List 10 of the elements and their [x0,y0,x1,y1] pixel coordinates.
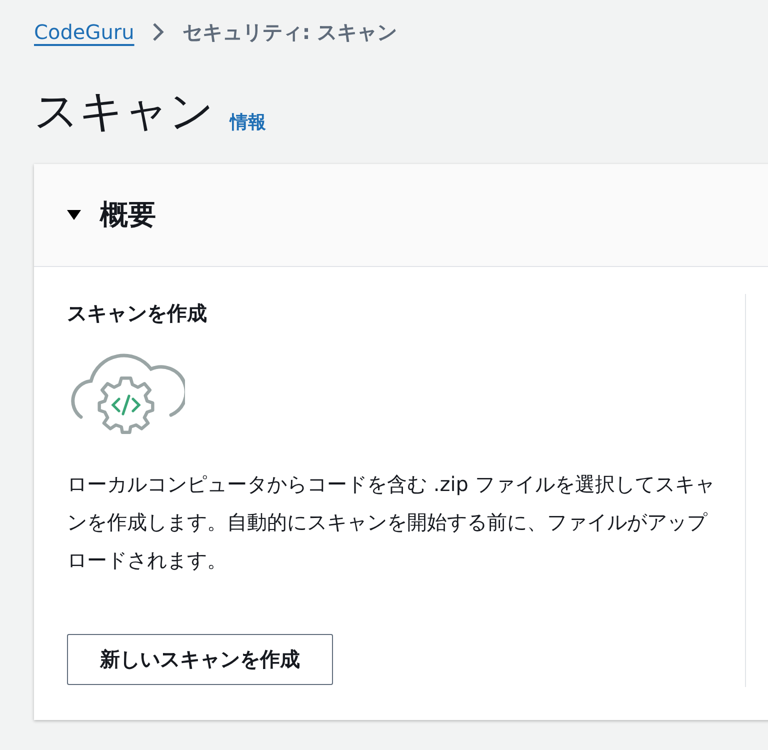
info-link[interactable]: 情報 [230,110,266,134]
create-scan-button[interactable]: 新しいスキャンを作成 [67,634,333,685]
section-header[interactable]: 概要 [34,164,768,267]
description-text: ローカルコンピュータからコードを含む .zip ファイルを選択してスキャンを作成します。自動的にスキャンを開始する前に、ファイルがアップロードされます。 [67,471,716,574]
page-title: スキャン [34,85,214,139]
chevron-right-icon [152,22,164,42]
section-title: 概要 [100,197,156,233]
breadcrumb-current: セキュリティ: スキャン [182,18,398,46]
breadcrumb-link[interactable]: CodeGuru [34,20,134,44]
panel-heading: スキャンを作成 [67,300,208,327]
